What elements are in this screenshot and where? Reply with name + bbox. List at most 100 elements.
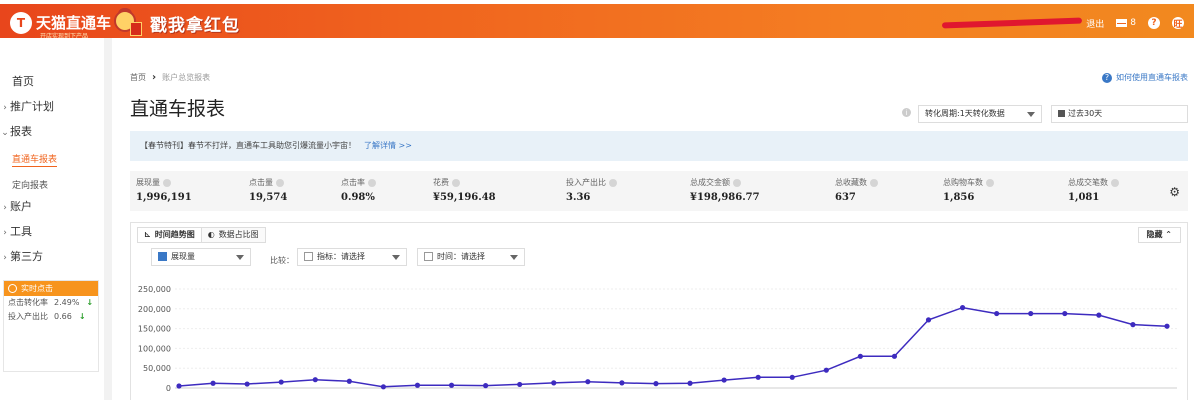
metric-cost[interactable]: 花费 ¥59,196.48 xyxy=(433,177,496,203)
data-point[interactable] xyxy=(585,379,591,385)
data-point[interactable] xyxy=(1164,323,1170,329)
data-point[interactable] xyxy=(483,383,489,389)
metric-label: 总成交金额 xyxy=(690,178,730,187)
metric-favorites[interactable]: 总收藏数 637 xyxy=(835,177,878,203)
question-icon: ? xyxy=(1102,72,1112,83)
metric-roi[interactable]: 投入产出比 3.36 xyxy=(566,177,617,203)
metric-label: 总成交笔数 xyxy=(1068,178,1108,187)
indicator-select[interactable]: 指标：请选择 xyxy=(297,248,407,266)
y-tick-label: 200,000 xyxy=(138,305,171,314)
date-range-select[interactable]: 过去30天 xyxy=(1051,105,1188,123)
conversion-cycle-select[interactable]: 转化周期:1天转化数据 xyxy=(918,105,1042,123)
gear-icon[interactable]: ⚙ xyxy=(1169,185,1180,199)
sidebar-subitem-ztc-report[interactable]: 直通车报表 xyxy=(12,152,58,167)
tab-data-share[interactable]: ◐ 数据占比图 xyxy=(201,227,266,243)
impressions-line-chart[interactable]: 250,000 200,000 150,000 100,000 50,000 0 xyxy=(131,281,1187,400)
metric-label: 点击率 xyxy=(341,178,365,187)
chevron-right-icon: › xyxy=(3,103,7,113)
caret-down-icon xyxy=(236,255,244,260)
data-point[interactable] xyxy=(1130,322,1136,328)
sidebar-item-reports[interactable]: ⌄报表 xyxy=(0,122,104,142)
data-point[interactable] xyxy=(1028,310,1034,317)
top-bar: T 天猫直通车 开店实现到下产品 戳我拿红包 退出 8 ? 旺 xyxy=(0,0,1194,40)
metric-total-sales[interactable]: 总成交金额 ¥198,986.77 xyxy=(690,177,760,203)
tmall-logo[interactable]: T 天猫直通车 开店实现到下产品 xyxy=(10,9,112,40)
metric-value: 1,856 xyxy=(943,192,975,203)
sidebar-subitem-targeting-report[interactable]: 定向报表 xyxy=(12,178,48,191)
sidebar-item-third-party[interactable]: › 第三方 xyxy=(0,247,104,267)
data-point[interactable] xyxy=(346,378,352,384)
data-point[interactable] xyxy=(721,377,727,383)
series-color-swatch xyxy=(158,252,167,261)
realtime-card-header[interactable]: 实时点击 xyxy=(4,281,98,296)
data-point[interactable] xyxy=(994,310,1000,317)
data-point[interactable] xyxy=(755,374,761,380)
data-point[interactable] xyxy=(448,382,455,388)
sidebar-item-home[interactable]: 首页 xyxy=(0,72,104,92)
sidebar-item-account[interactable]: › 账户 xyxy=(0,197,104,217)
data-point[interactable] xyxy=(278,379,284,385)
help-icon: ? xyxy=(1148,17,1160,29)
metric-clicks[interactable]: 点击量 19,574 xyxy=(249,177,287,203)
sidebar-item-tools[interactable]: › 工具 xyxy=(0,222,104,242)
calendar-icon xyxy=(1058,110,1065,117)
breadcrumb: 首页 › 账户总览报表 xyxy=(130,72,210,83)
help-button[interactable]: ? xyxy=(1148,17,1160,29)
data-point[interactable] xyxy=(653,381,659,387)
data-point[interactable] xyxy=(414,382,421,388)
realtime-row: 投入产出比 0.66 ↓ xyxy=(4,310,98,324)
time-compare-select[interactable]: 时间：请选择 xyxy=(417,248,525,266)
mail-button[interactable]: 8 xyxy=(1116,18,1136,28)
data-point[interactable] xyxy=(312,377,318,383)
breadcrumb-home[interactable]: 首页 xyxy=(130,72,146,83)
notice-link[interactable]: 了解详情 >> xyxy=(364,141,412,150)
data-point[interactable] xyxy=(1096,312,1102,318)
data-point[interactable] xyxy=(891,353,898,359)
notice-banner: 【春节特刊】春节不打烊，直通车工具助您引爆流量小宇宙！ 了解详情 >> xyxy=(130,131,1188,161)
metric-orders[interactable]: 总成交笔数 1,081 xyxy=(1068,177,1119,203)
help-link[interactable]: ? 如何使用直通车报表 xyxy=(1102,72,1188,83)
data-point[interactable] xyxy=(1062,310,1068,317)
metric-cart-adds[interactable]: 总购物车数 1,856 xyxy=(943,177,994,203)
red-packet-promo[interactable]: 戳我拿红包 xyxy=(108,8,240,38)
pie-chart-icon: ◐ xyxy=(207,230,215,239)
notice-text: 【春节特刊】春节不打烊，直通车工具助您引爆流量小宇宙！ xyxy=(140,141,356,150)
tab-label: 数据占比图 xyxy=(218,230,259,239)
wangwang-button[interactable]: 旺 xyxy=(1172,17,1184,30)
clock-icon xyxy=(8,284,17,293)
data-point[interactable] xyxy=(619,380,625,386)
metric-impressions[interactable]: 展现量 1,996,191 xyxy=(136,177,192,203)
realtime-row-label: 投入产出比 xyxy=(8,312,48,321)
data-point[interactable] xyxy=(380,384,387,390)
series-select[interactable]: 展现量 xyxy=(151,248,251,266)
data-point[interactable] xyxy=(517,381,523,388)
sidebar-item-label: 账户 xyxy=(10,200,32,213)
metric-value: 3.36 xyxy=(566,192,591,203)
hide-chart-button[interactable]: 隐藏 ⌃ xyxy=(1137,227,1181,243)
data-point[interactable] xyxy=(244,381,250,387)
metric-ctr[interactable]: 点击率 0.98% xyxy=(341,177,376,203)
data-point[interactable] xyxy=(687,380,693,386)
data-point[interactable] xyxy=(210,380,216,386)
info-icon[interactable]: i xyxy=(902,108,911,117)
realtime-row: 点击转化率 2.49% ↓ xyxy=(4,296,98,310)
tab-time-trend[interactable]: ⊾ 时间趋势图 xyxy=(137,227,202,243)
data-point[interactable] xyxy=(959,305,966,311)
data-point[interactable] xyxy=(823,367,829,373)
metric-value: 0.98% xyxy=(341,192,375,203)
checkbox[interactable] xyxy=(424,252,433,261)
data-point[interactable] xyxy=(176,383,182,389)
logout-link[interactable]: 退出 xyxy=(1086,17,1104,30)
checkbox[interactable] xyxy=(304,252,313,261)
metric-value: ¥59,196.48 xyxy=(433,192,496,203)
info-icon xyxy=(986,178,994,187)
data-point[interactable] xyxy=(551,380,557,386)
series-select-value: 展现量 xyxy=(171,252,195,261)
data-point[interactable] xyxy=(857,353,863,359)
logo-text: 天猫直通车 xyxy=(36,14,112,32)
data-point[interactable] xyxy=(925,317,932,323)
mascot-icon xyxy=(108,8,144,38)
sidebar-item-campaigns[interactable]: › 推广计划 xyxy=(0,97,104,117)
realtime-row-label: 点击转化率 xyxy=(8,298,48,307)
data-point[interactable] xyxy=(789,374,795,380)
